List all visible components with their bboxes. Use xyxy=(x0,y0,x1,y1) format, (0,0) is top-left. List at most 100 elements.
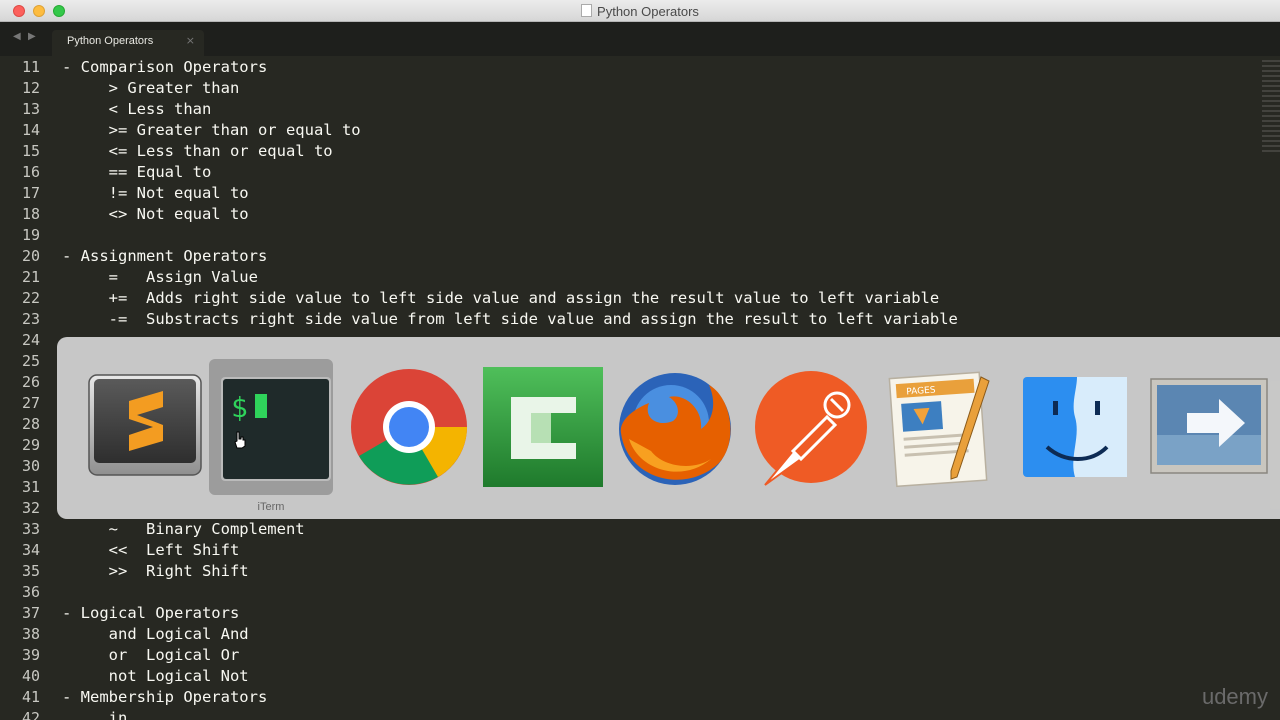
firefox-icon xyxy=(619,373,731,485)
code-line[interactable]: 13 < Less than xyxy=(0,99,1260,120)
code-line[interactable]: 38 and Logical And xyxy=(0,624,1260,645)
code-text: <> Not equal to xyxy=(62,205,249,223)
line-number: 41 xyxy=(21,688,40,706)
line-number: 34 xyxy=(21,541,40,559)
line-number: 32 xyxy=(21,499,40,517)
code-text: not Logical Not xyxy=(62,667,249,685)
code-line[interactable]: 14 >= Greater than or equal to xyxy=(0,120,1260,141)
line-number: 30 xyxy=(21,457,40,475)
code-text: - Membership Operators xyxy=(62,688,268,706)
tab-close-icon[interactable]: × xyxy=(186,34,195,47)
code-text: - Assignment Operators xyxy=(62,247,268,265)
code-line[interactable]: 23 -= Substracts right side value from l… xyxy=(0,309,1260,330)
code-text: and Logical And xyxy=(62,625,249,643)
code-line[interactable]: 42 in xyxy=(0,708,1260,720)
code-line[interactable]: 39 or Logical Or xyxy=(0,645,1260,666)
app-postman[interactable] xyxy=(747,367,871,491)
window-title-text: Python Operators xyxy=(597,4,699,19)
tab-bar: ◀ ▶ Python Operators × xyxy=(0,22,1280,56)
line-number: 33 xyxy=(21,520,40,538)
code-line[interactable]: 19 xyxy=(0,225,1260,246)
code-line[interactable]: 11 - Comparison Operators xyxy=(0,57,1260,78)
line-number: 14 xyxy=(21,121,40,139)
code-line[interactable]: 17 != Not equal to xyxy=(0,183,1260,204)
app-finder[interactable] xyxy=(1015,367,1139,491)
code-line[interactable]: 36 xyxy=(0,582,1260,603)
line-number: 29 xyxy=(21,436,40,454)
code-line[interactable]: 41 - Membership Operators xyxy=(0,687,1260,708)
window-title: Python Operators xyxy=(0,4,1280,19)
back-arrow-icon[interactable]: ◀ xyxy=(13,31,21,42)
line-number: 38 xyxy=(21,625,40,643)
code-text: or Logical Or xyxy=(62,646,240,664)
code-text: < Less than xyxy=(62,100,212,118)
code-text: -= Substracts right side value from left… xyxy=(62,310,958,328)
code-line[interactable]: 16 == Equal to xyxy=(0,162,1260,183)
tab-label: Python Operators xyxy=(67,35,154,47)
line-number: 40 xyxy=(21,667,40,685)
code-line[interactable]: 35 >> Right Shift xyxy=(0,561,1260,582)
line-number: 18 xyxy=(21,205,40,223)
app-migration-assistant[interactable] xyxy=(1147,367,1271,491)
line-number: 24 xyxy=(21,331,40,349)
code-text: << Left Shift xyxy=(62,541,240,559)
chrome-icon xyxy=(351,369,467,485)
app-chrome[interactable] xyxy=(347,367,471,491)
code-line[interactable]: 37 - Logical Operators xyxy=(0,603,1260,624)
app-firefox[interactable] xyxy=(613,367,737,491)
line-number: 31 xyxy=(21,478,40,496)
code-line[interactable]: 34 << Left Shift xyxy=(0,540,1260,561)
migration-arrow-icon xyxy=(1150,378,1268,474)
line-number: 21 xyxy=(21,268,40,286)
window-titlebar: Python Operators xyxy=(0,0,1280,22)
code-text: += Adds right side value to left side va… xyxy=(62,289,940,307)
code-text: - Comparison Operators xyxy=(62,58,268,76)
code-line[interactable]: 20 - Assignment Operators xyxy=(0,246,1260,267)
code-text: > Greater than xyxy=(62,79,240,97)
finder-icon xyxy=(1023,377,1127,477)
forward-arrow-icon[interactable]: ▶ xyxy=(28,31,36,42)
hand-cursor-icon xyxy=(234,431,246,449)
line-number: 28 xyxy=(21,415,40,433)
code-text: >> Right Shift xyxy=(62,562,249,580)
code-line[interactable]: 18 <> Not equal to xyxy=(0,204,1260,225)
code-line[interactable]: 33 ~ Binary Complement xyxy=(0,519,1260,540)
code-text: <= Less than or equal to xyxy=(62,142,333,160)
app-pages[interactable]: PAGES xyxy=(881,367,1005,491)
code-text: ~ Binary Complement xyxy=(62,520,305,538)
minimap[interactable] xyxy=(1262,60,1280,155)
line-number: 17 xyxy=(21,184,40,202)
code-line[interactable]: 12 > Greater than xyxy=(0,78,1260,99)
code-line[interactable]: 40 not Logical Not xyxy=(0,666,1260,687)
line-number: 27 xyxy=(21,394,40,412)
document-icon xyxy=(581,4,593,17)
code-text: - Logical Operators xyxy=(62,604,240,622)
pages-badge: PAGES xyxy=(906,385,936,397)
line-number: 37 xyxy=(21,604,40,622)
line-number: 22 xyxy=(21,289,40,307)
app-sublime-text[interactable] xyxy=(79,367,203,491)
line-number: 16 xyxy=(21,163,40,181)
app-iterm[interactable]: $ iTerm xyxy=(209,359,333,513)
app-camtasia[interactable] xyxy=(481,367,605,491)
line-number: 11 xyxy=(21,58,40,76)
code-text: = Assign Value xyxy=(62,268,258,286)
line-number: 13 xyxy=(21,100,40,118)
tab-python-operators[interactable]: Python Operators × xyxy=(52,30,204,56)
code-text: in xyxy=(62,709,128,720)
postman-icon xyxy=(755,371,867,486)
line-number: 42 xyxy=(21,709,40,720)
line-number: 25 xyxy=(21,352,40,370)
udemy-watermark: udemy xyxy=(1201,684,1268,709)
line-number: 23 xyxy=(21,310,40,328)
code-line[interactable]: 22 += Adds right side value to left side… xyxy=(0,288,1260,309)
line-number: 12 xyxy=(21,79,40,97)
pages-icon: PAGES xyxy=(888,371,990,488)
sublime-text-icon xyxy=(88,374,202,476)
code-line[interactable]: 21 = Assign Value xyxy=(0,267,1260,288)
line-number: 26 xyxy=(21,373,40,391)
code-text: == Equal to xyxy=(62,163,212,181)
code-line[interactable]: 15 <= Less than or equal to xyxy=(0,141,1260,162)
line-number: 15 xyxy=(21,142,40,160)
app-switcher-selected-label: iTerm xyxy=(257,501,285,513)
